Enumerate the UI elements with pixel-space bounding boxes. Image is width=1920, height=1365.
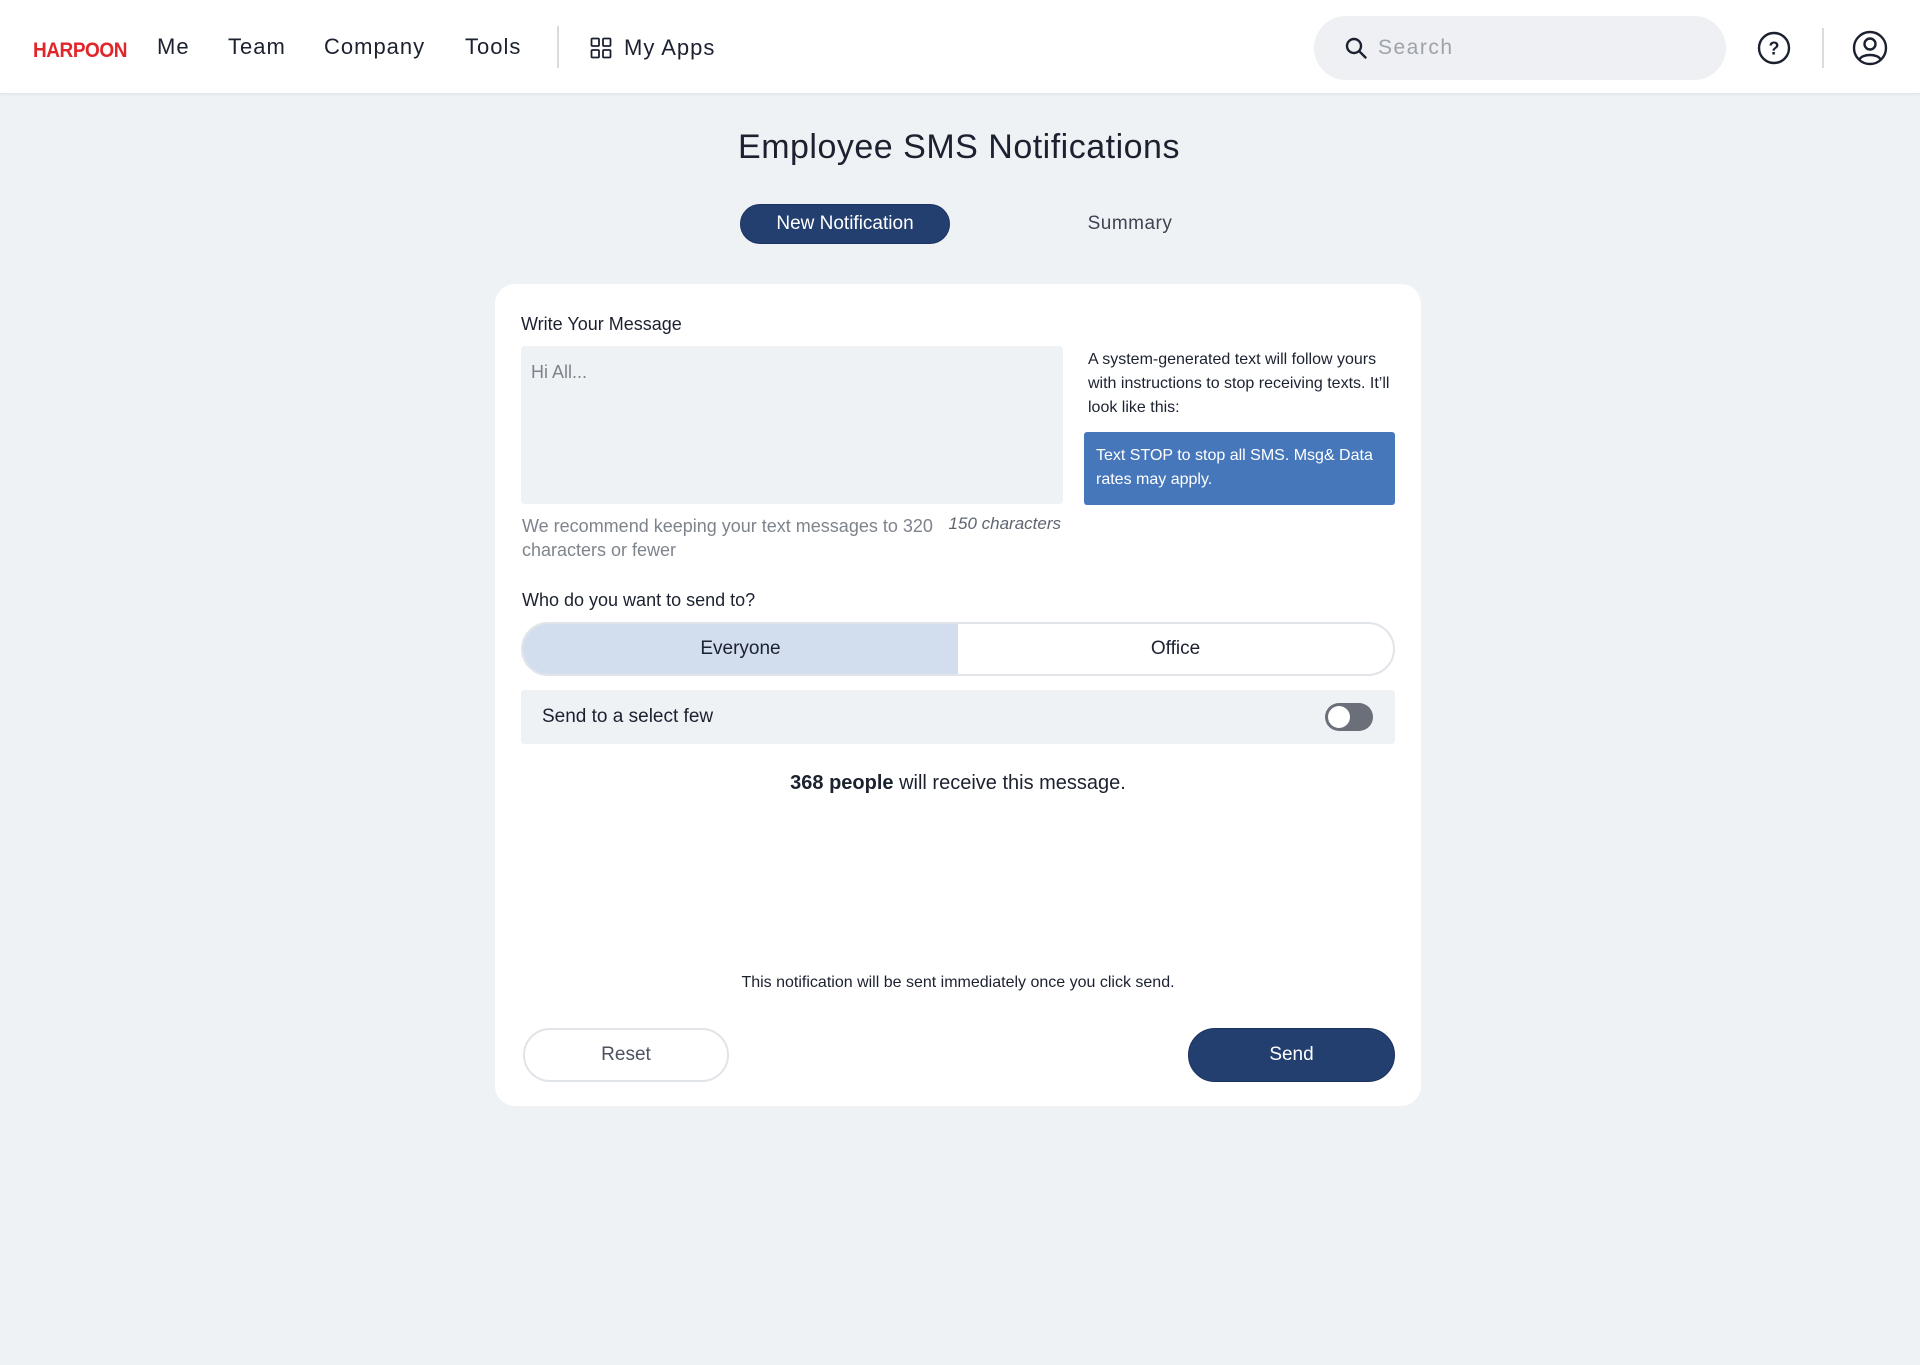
my-apps-link[interactable]: My Apps: [590, 34, 715, 62]
search-icon: [1345, 37, 1367, 59]
system-text-note: A system-generated text will follow your…: [1088, 351, 1390, 416]
character-count: 150 characters: [948, 514, 1061, 533]
search-input[interactable]: [1378, 36, 1698, 60]
toggle-knob: [1328, 706, 1350, 728]
harpoon-logo[interactable]: HARPOON: [30, 28, 130, 68]
tab-summary[interactable]: Summary: [1030, 204, 1230, 244]
nav-item-company[interactable]: Company: [324, 34, 425, 60]
recipient-option-everyone[interactable]: Everyone: [523, 624, 958, 674]
grid-icon: [590, 37, 612, 59]
send-button[interactable]: Send: [1188, 1028, 1395, 1082]
nav-divider: [557, 26, 559, 68]
page-title: Employee SMS Notifications: [738, 128, 1180, 166]
send-immediately-note: This notification will be sent immediate…: [741, 974, 1175, 991]
recipient-segmented-control: Everyone Office: [521, 622, 1395, 676]
nav-item-tools[interactable]: Tools: [465, 34, 521, 60]
search-bar[interactable]: [1314, 16, 1726, 80]
svg-text:?: ?: [1769, 39, 1780, 59]
select-few-label: Send to a select few: [542, 706, 714, 727]
select-few-toggle[interactable]: [1325, 703, 1373, 731]
recipient-count: 368 people: [790, 772, 894, 794]
nav-item-team[interactable]: Team: [228, 34, 286, 60]
recipient-question: Who do you want to send to?: [522, 590, 756, 610]
message-length-hint: We recommend keeping your text messages …: [522, 516, 933, 560]
top-navigation-bar: HARPOON Me Team Company Tools My Apps ?: [0, 0, 1920, 94]
help-icon[interactable]: ?: [1757, 31, 1791, 65]
notification-form-card: Write Your Message We recommend keeping …: [495, 284, 1421, 1106]
message-heading: Write Your Message: [521, 314, 682, 334]
user-account-icon[interactable]: [1852, 30, 1888, 66]
nav-item-me[interactable]: Me: [157, 34, 190, 60]
my-apps-label: My Apps: [624, 35, 716, 60]
tab-new-notification[interactable]: New Notification: [740, 204, 950, 244]
recipient-summary: 368 people will receive this message.: [495, 772, 1421, 795]
logo-text: HARPOON: [33, 39, 127, 62]
message-textarea[interactable]: [521, 346, 1063, 504]
header-divider: [1822, 28, 1824, 68]
recipient-option-office[interactable]: Office: [958, 624, 1393, 674]
recipient-summary-text: will receive this message.: [893, 772, 1126, 794]
reset-button[interactable]: Reset: [523, 1028, 729, 1082]
stop-message-preview: Text STOP to stop all SMS. Msg& Data rat…: [1084, 432, 1395, 505]
select-few-row: Send to a select few: [521, 690, 1395, 744]
